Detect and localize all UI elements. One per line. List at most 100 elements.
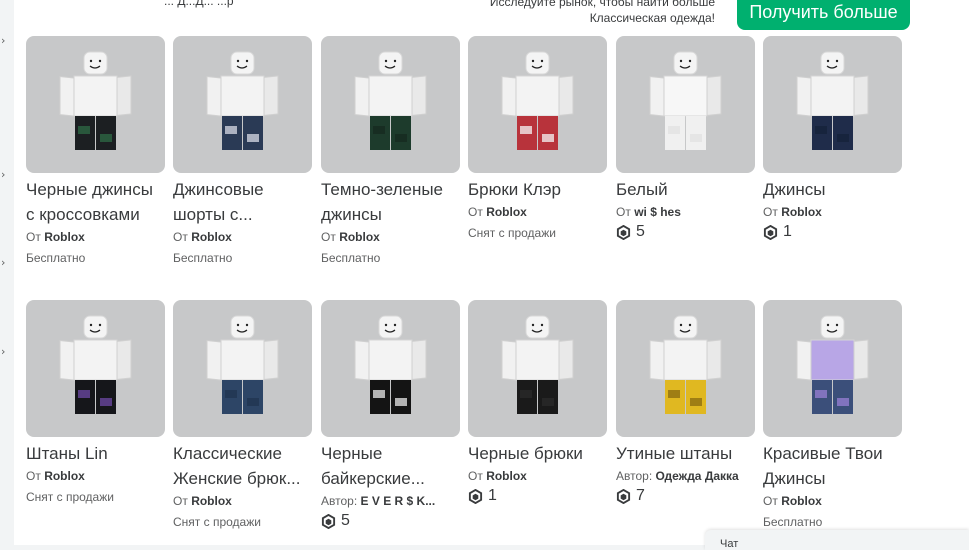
item-name[interactable]: Черные брюки: [468, 441, 608, 466]
item-name[interactable]: Классические Женские брюк...: [173, 441, 313, 491]
item-name[interactable]: Брюки Клэр: [468, 177, 608, 202]
item-creator: Автор: E V E R $ K...: [321, 492, 461, 510]
creator-prefix: Автор:: [321, 494, 358, 508]
item-card[interactable]: Черные джинсы с кроссовками От Roblox Бесп…: [26, 36, 166, 267]
creator-link[interactable]: E V E R $ K...: [361, 494, 436, 508]
chevron-right-icon[interactable]: ›: [1, 256, 11, 269]
item-card[interactable]: Брюки Клэр От Roblox Снят с продажи: [468, 36, 608, 242]
item-name[interactable]: Темно-зеленые джинсы: [321, 177, 461, 227]
avatar-preview-icon: [796, 51, 869, 150]
item-creator: Автор: Одежда Дакка: [616, 467, 756, 485]
item-name[interactable]: Джинсы: [763, 177, 903, 202]
avatar-preview-icon: [796, 315, 869, 414]
item-creator: От Roblox: [468, 203, 608, 221]
item-price: Бесплатно: [26, 251, 86, 265]
item-price: Бесплатно: [763, 515, 823, 529]
chevron-right-icon[interactable]: ›: [1, 168, 11, 181]
creator-link[interactable]: Roblox: [339, 230, 380, 244]
item-name[interactable]: Джинсовые шорты с...: [173, 177, 313, 227]
item-thumbnail[interactable]: [616, 300, 755, 437]
creator-link[interactable]: Roblox: [486, 205, 527, 219]
robux-icon: [616, 488, 631, 504]
avatar-preview-icon: [501, 315, 574, 414]
item-creator: От Roblox: [763, 492, 903, 510]
robux-icon: [321, 513, 336, 529]
item-name[interactable]: Черные джинсы с кроссовками: [26, 177, 166, 227]
item-thumbnail[interactable]: [763, 36, 902, 173]
promo-line-1: Исследуйте рынок, чтобы найти больше: [489, 0, 715, 9]
item-price: Бесплатно: [321, 251, 381, 265]
creator-link[interactable]: Roblox: [191, 494, 232, 508]
item-thumbnail[interactable]: [26, 36, 165, 173]
item-thumbnail[interactable]: [468, 300, 607, 437]
creator-prefix: От: [321, 230, 336, 244]
item-card[interactable]: Утиные штаны Автор: Одежда Дакка 7: [616, 300, 756, 505]
item-name[interactable]: Штаны Lin: [26, 441, 166, 466]
robux-icon: [763, 224, 778, 240]
avatar-preview-icon: [206, 315, 279, 414]
chat-label: Чат: [720, 538, 739, 550]
creator-prefix: От: [616, 205, 631, 219]
creator-link[interactable]: Roblox: [486, 469, 527, 483]
item-card[interactable]: Красивые Твои Джинсы От Roblox Бесплатно: [763, 300, 903, 531]
item-card[interactable]: Черные байкерские... Автор: E V E R $ K..…: [321, 300, 461, 530]
creator-prefix: От: [173, 230, 188, 244]
item-card[interactable]: Классические Женские брюк... От Roblox Сня…: [173, 300, 313, 531]
creator-link[interactable]: Roblox: [781, 205, 822, 219]
robux-icon: [616, 224, 631, 240]
robux-amount: 1: [488, 487, 497, 504]
header-left-text: ... Д...Д... ...р: [164, 0, 234, 8]
item-price-robux: 7: [616, 487, 756, 505]
item-card[interactable]: Белый От wi $ hes 5: [616, 36, 756, 241]
creator-prefix: От: [763, 205, 778, 219]
item-card[interactable]: Штаны Lin От Roblox Снят с продажи: [26, 300, 166, 506]
chevron-right-icon[interactable]: ›: [1, 34, 11, 47]
item-thumbnail[interactable]: [26, 300, 165, 437]
item-card[interactable]: Темно-зеленые джинсы От Roblox Бесплатно: [321, 36, 461, 267]
robux-amount: 5: [341, 512, 350, 529]
creator-prefix: От: [763, 494, 778, 508]
creator-link[interactable]: Одежда Дакка: [656, 469, 739, 483]
item-thumbnail[interactable]: [763, 300, 902, 437]
item-thumbnail[interactable]: [321, 36, 460, 173]
item-thumbnail[interactable]: [616, 36, 755, 173]
creator-link[interactable]: Roblox: [191, 230, 232, 244]
item-thumbnail[interactable]: [321, 300, 460, 437]
creator-prefix: От: [173, 494, 188, 508]
item-price: Снят с продажи: [26, 490, 114, 504]
item-creator: От Roblox: [173, 492, 313, 510]
item-creator: От Roblox: [321, 228, 461, 246]
item-name[interactable]: Утиные штаны: [616, 441, 756, 466]
item-price: Снят с продажи: [173, 515, 261, 529]
robux-icon: [468, 488, 483, 504]
creator-prefix: От: [26, 230, 41, 244]
creator-link[interactable]: Roblox: [44, 230, 85, 244]
creator-link[interactable]: wi $ hes: [634, 205, 681, 219]
avatar-preview-icon: [354, 315, 427, 414]
item-name[interactable]: Черные байкерские...: [321, 441, 461, 491]
creator-prefix: От: [468, 469, 483, 483]
avatar-preview-icon: [206, 51, 279, 150]
avatar-preview-icon: [354, 51, 427, 150]
creator-link[interactable]: Roblox: [44, 469, 85, 483]
item-thumbnail[interactable]: [173, 300, 312, 437]
avatar-preview-icon: [649, 315, 722, 414]
item-price: Снят с продажи: [468, 226, 556, 240]
item-name[interactable]: Красивые Твои Джинсы: [763, 441, 903, 491]
item-thumbnail[interactable]: [468, 36, 607, 173]
creator-link[interactable]: Roblox: [781, 494, 822, 508]
item-name[interactable]: Белый: [616, 177, 756, 202]
get-more-button[interactable]: Получить больше: [737, 0, 910, 30]
item-card[interactable]: Джинсовые шорты с... От Roblox Бесплатно: [173, 36, 313, 267]
avatar-preview-icon: [649, 51, 722, 150]
chevron-right-icon[interactable]: ›: [1, 345, 11, 358]
item-card[interactable]: Черные брюки От Roblox 1: [468, 300, 608, 505]
chat-bar[interactable]: Чат: [705, 530, 969, 550]
robux-amount: 5: [636, 223, 645, 240]
item-card[interactable]: Джинсы От Roblox 1: [763, 36, 903, 241]
item-creator: От Roblox: [468, 467, 608, 485]
promo-text: Исследуйте рынок, чтобы найти больше Кла…: [490, 0, 715, 26]
item-creator: От Roblox: [26, 228, 166, 246]
item-thumbnail[interactable]: [173, 36, 312, 173]
item-price-robux: 1: [763, 223, 903, 241]
